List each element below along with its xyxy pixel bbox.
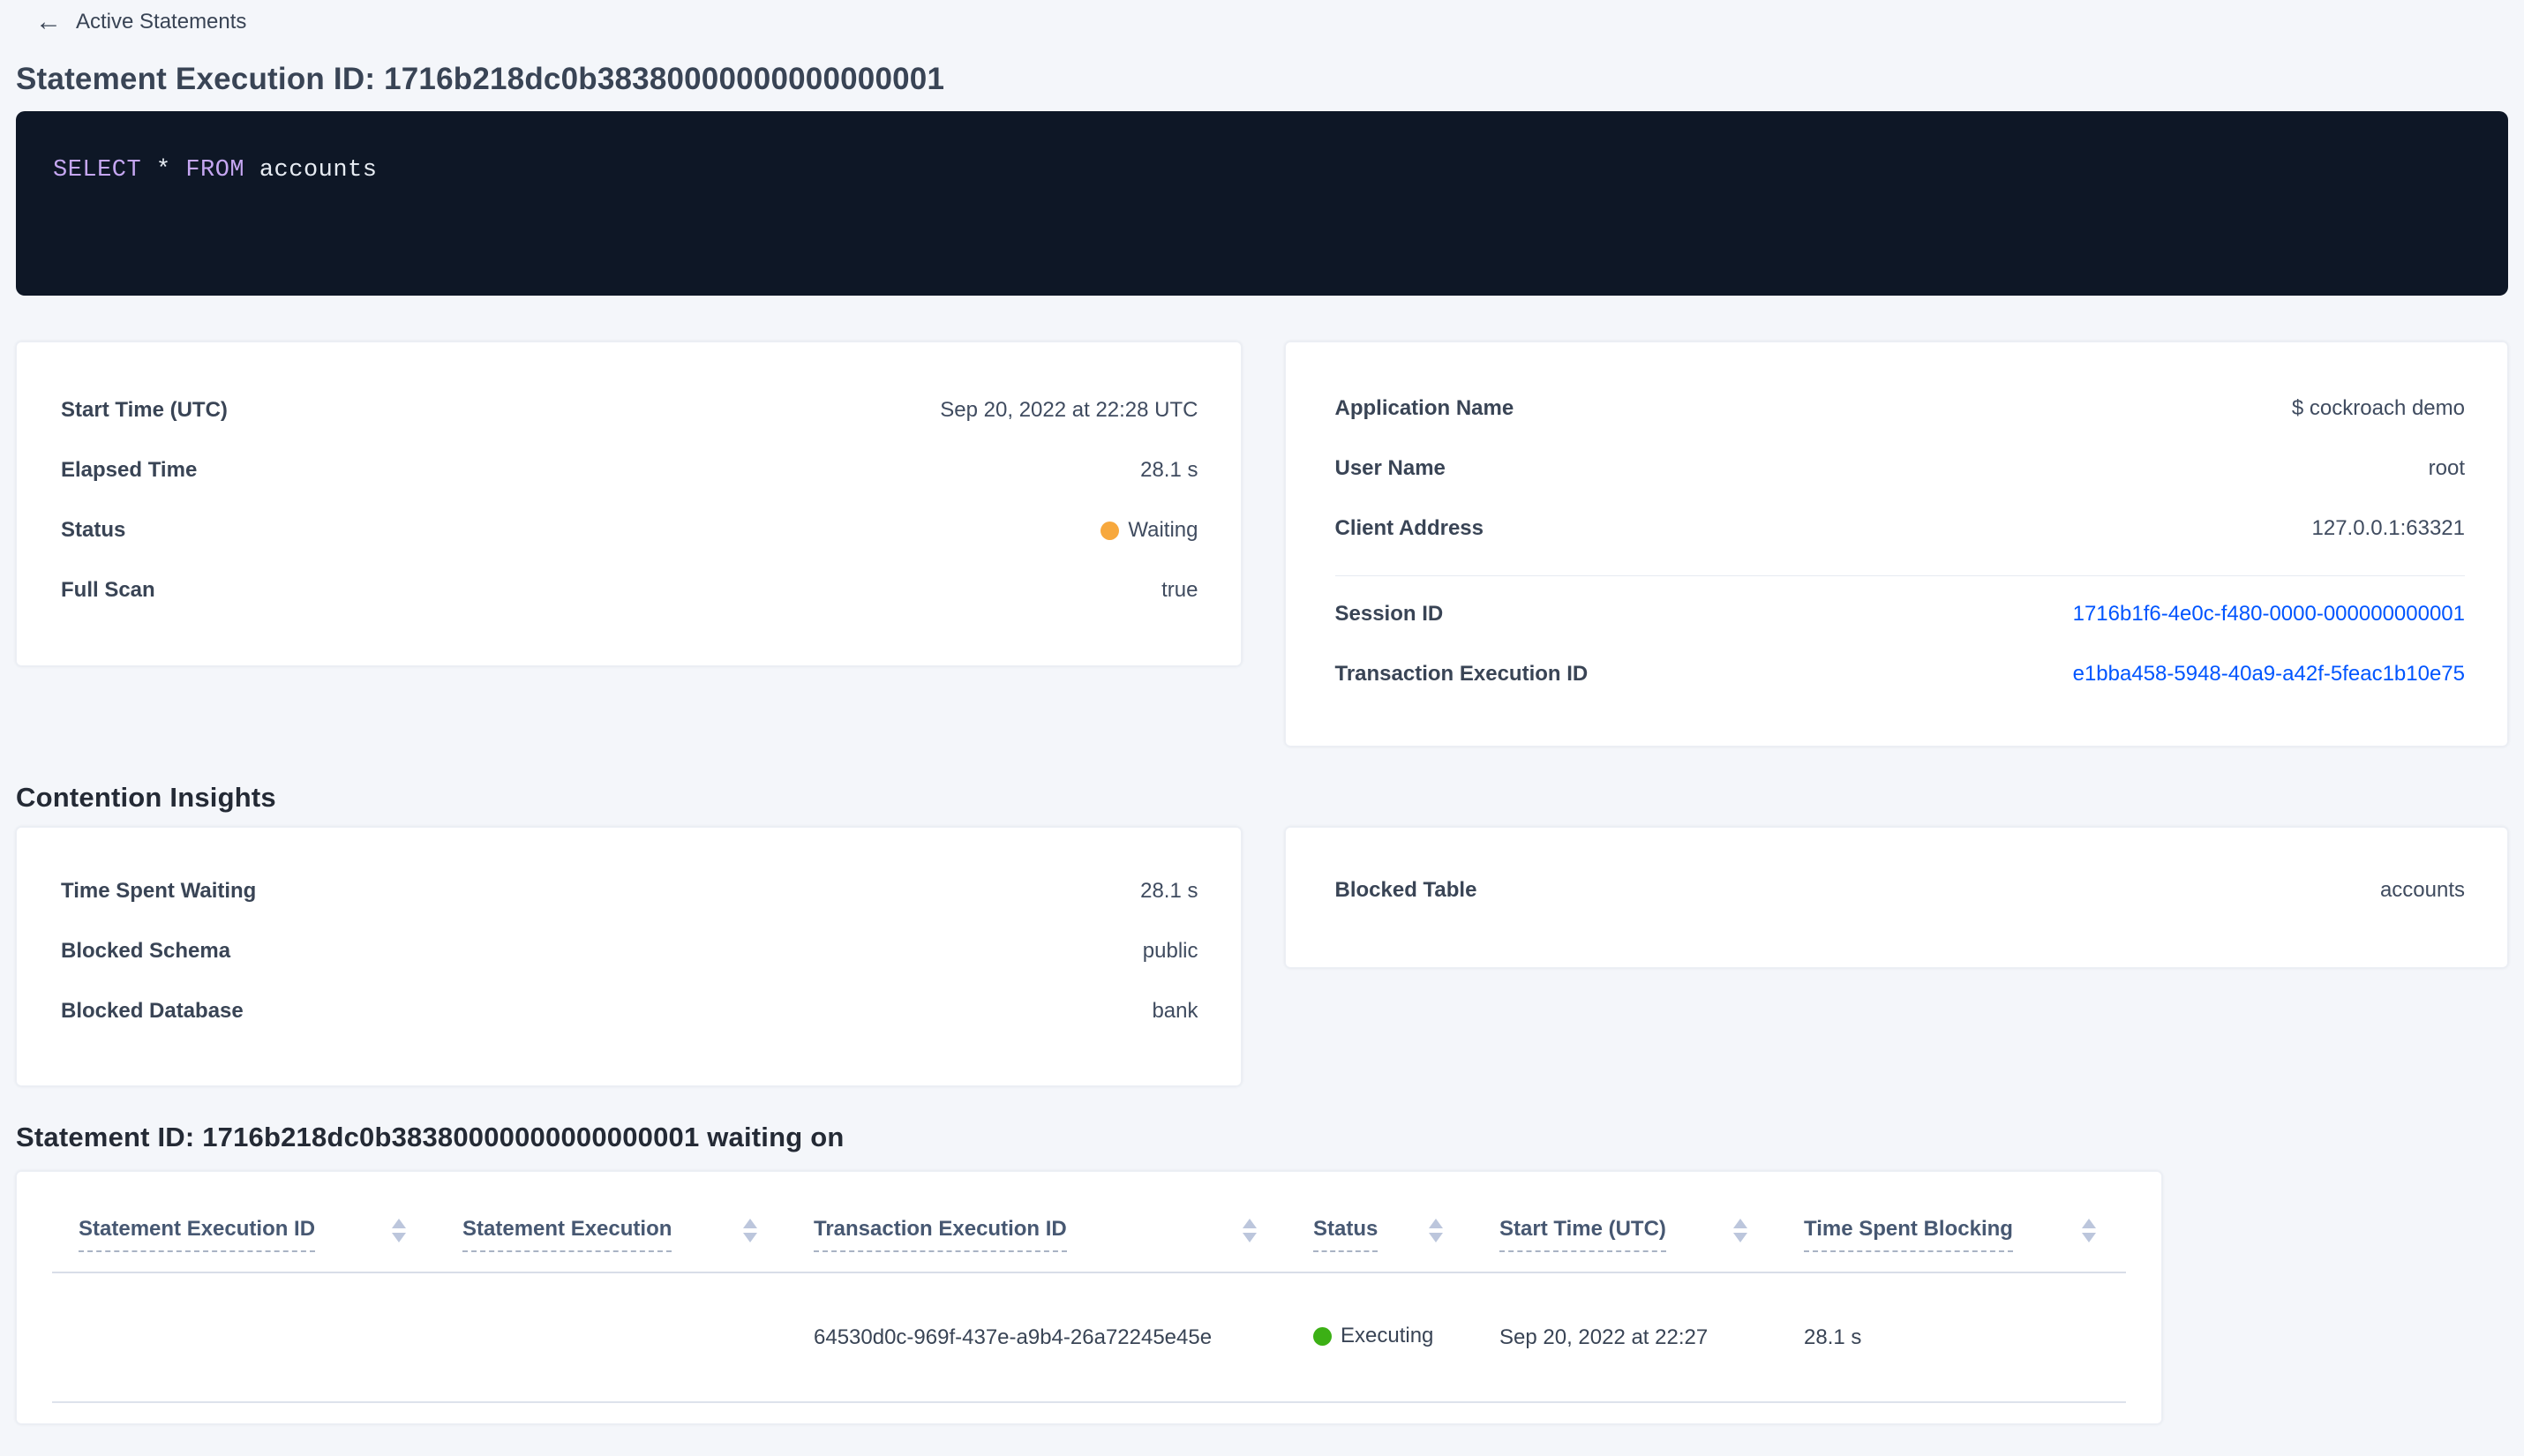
- column-header-statement-execution-id[interactable]: Statement Execution ID: [52, 1172, 436, 1273]
- start-time-value: Sep 20, 2022 at 22:28 UTC: [940, 398, 1198, 422]
- cell-time-spent-blocking: 28.1 s: [1777, 1272, 2126, 1403]
- elapsed-time-label: Elapsed Time: [61, 458, 198, 482]
- cell-statement-execution-id: [52, 1272, 436, 1403]
- contention-waiting-card: Time Spent Waiting 28.1 s Blocked Schema…: [16, 827, 1242, 1086]
- session-details-card: Application Name $ cockroach demo User N…: [1284, 341, 2508, 747]
- column-header-statement-execution[interactable]: Statement Execution: [436, 1172, 787, 1273]
- client-address-value: 127.0.0.1:63321: [2311, 516, 2466, 540]
- full-scan-label: Full Scan: [61, 578, 155, 602]
- breadcrumb-label[interactable]: Active Statements: [76, 10, 246, 34]
- statement-overview-card: Start Time (UTC) Sep 20, 2022 at 22:28 U…: [16, 341, 1242, 666]
- session-id-link[interactable]: 1716b1f6-4e0c-f480-0000-000000000001: [2073, 602, 2465, 627]
- cell-start-time: Sep 20, 2022 at 22:27: [1473, 1272, 1777, 1403]
- page-title: Statement Execution ID: 1716b218dc0b3838…: [16, 62, 945, 96]
- sql-keyword-select: SELECT: [53, 157, 142, 184]
- column-header-start-time[interactable]: Start Time (UTC): [1473, 1172, 1777, 1273]
- contention-insights-heading: Contention Insights: [16, 782, 276, 813]
- client-address-row: Client Address 127.0.0.1:63321: [1335, 515, 2466, 542]
- status-text: Waiting: [1128, 518, 1198, 542]
- executing-status-dot-icon: [1313, 1326, 1332, 1346]
- back-arrow-icon[interactable]: ←: [35, 9, 62, 35]
- time-spent-waiting-label: Time Spent Waiting: [61, 879, 257, 903]
- user-name-value: root: [2428, 456, 2465, 480]
- blocked-table-row: Blocked Table accounts: [1335, 877, 2466, 904]
- sql-keyword-from: FROM: [185, 157, 245, 184]
- blocked-database-row: Blocked Database bank: [61, 998, 1198, 1024]
- client-address-label: Client Address: [1334, 516, 1484, 540]
- application-name-value: $ cockroach demo: [2291, 396, 2465, 420]
- blocked-database-label: Blocked Database: [61, 999, 244, 1023]
- blocked-table-value: accounts: [2379, 878, 2465, 902]
- sql-table-name: accounts: [259, 157, 378, 184]
- sort-icon[interactable]: [392, 1216, 406, 1242]
- transaction-execution-id-row: Transaction Execution ID e1bba458-5948-4…: [1335, 661, 2466, 687]
- sort-icon[interactable]: [1429, 1216, 1443, 1242]
- table-header-row: Statement Execution ID Statement Executi…: [52, 1172, 2126, 1273]
- application-name-row: Application Name $ cockroach demo: [1335, 395, 2466, 422]
- cell-status-text: Executing: [1341, 1324, 1434, 1347]
- waiting-on-table: Statement Execution ID Statement Executi…: [52, 1172, 2126, 1403]
- waiting-on-table-card: Statement Execution ID Statement Executi…: [16, 1171, 2162, 1424]
- column-header-status[interactable]: Status: [1287, 1172, 1473, 1273]
- time-spent-waiting-value: 28.1 s: [1140, 879, 1198, 903]
- application-name-label: Application Name: [1334, 396, 1514, 420]
- cell-transaction-execution-id: 64530d0c-969f-437e-a9b4-26a72245e45e: [787, 1272, 1287, 1403]
- sort-icon[interactable]: [2082, 1216, 2096, 1242]
- elapsed-time-value: 28.1 s: [1140, 458, 1198, 482]
- blocked-table-label: Blocked Table: [1334, 878, 1477, 902]
- waiting-on-heading: Statement ID: 1716b218dc0b38380000000000…: [16, 1122, 845, 1152]
- start-time-row: Start Time (UTC) Sep 20, 2022 at 22:28 U…: [61, 397, 1198, 424]
- blocked-database-value: bank: [1152, 999, 1198, 1023]
- session-id-label: Session ID: [1334, 602, 1444, 626]
- column-header-time-spent-blocking[interactable]: Time Spent Blocking: [1777, 1172, 2126, 1273]
- session-card-divider: [1334, 575, 2465, 576]
- status-label: Status: [61, 518, 126, 542]
- sql-statement-box: SELECT * FROM accounts: [16, 111, 2508, 296]
- user-name-label: User Name: [1334, 456, 1446, 480]
- cell-status: Executing: [1287, 1272, 1473, 1403]
- sql-star: *: [155, 157, 171, 184]
- blocked-schema-row: Blocked Schema public: [61, 938, 1198, 964]
- sort-icon[interactable]: [743, 1216, 757, 1242]
- blocked-schema-label: Blocked Schema: [61, 939, 231, 963]
- contention-cards-row: Time Spent Waiting 28.1 s Blocked Schema…: [16, 827, 2508, 1086]
- blocked-schema-value: public: [1142, 939, 1198, 963]
- overview-cards-row: Start Time (UTC) Sep 20, 2022 at 22:28 U…: [16, 341, 2508, 747]
- table-row: 64530d0c-969f-437e-a9b4-26a72245e45e Exe…: [52, 1272, 2126, 1403]
- user-name-row: User Name root: [1335, 455, 2466, 482]
- active-statement-details-page: ← Active Statements Statement Execution …: [0, 5, 2524, 1424]
- blocked-table-card: Blocked Table accounts: [1284, 827, 2508, 968]
- back-to-active-statements-link[interactable]: ← Active Statements: [35, 5, 246, 39]
- full-scan-row: Full Scan true: [61, 577, 1198, 604]
- waiting-status-dot-icon: [1100, 521, 1120, 540]
- transaction-execution-id-label: Transaction Execution ID: [1334, 662, 1589, 686]
- full-scan-value: true: [1161, 578, 1198, 602]
- session-id-row: Session ID 1716b1f6-4e0c-f480-0000-00000…: [1335, 601, 2466, 627]
- status-row: Status Waiting: [61, 517, 1198, 544]
- status-value: Waiting: [1100, 518, 1198, 543]
- start-time-label: Start Time (UTC): [61, 398, 228, 422]
- elapsed-time-row: Elapsed Time 28.1 s: [61, 457, 1198, 484]
- sort-icon[interactable]: [1243, 1216, 1257, 1242]
- time-spent-waiting-row: Time Spent Waiting 28.1 s: [61, 878, 1198, 904]
- cell-statement-execution: [436, 1272, 787, 1403]
- transaction-execution-id-link[interactable]: e1bba458-5948-40a9-a42f-5feac1b10e75: [2073, 662, 2465, 687]
- column-header-transaction-execution-id[interactable]: Transaction Execution ID: [787, 1172, 1287, 1273]
- sort-icon[interactable]: [1733, 1216, 1747, 1242]
